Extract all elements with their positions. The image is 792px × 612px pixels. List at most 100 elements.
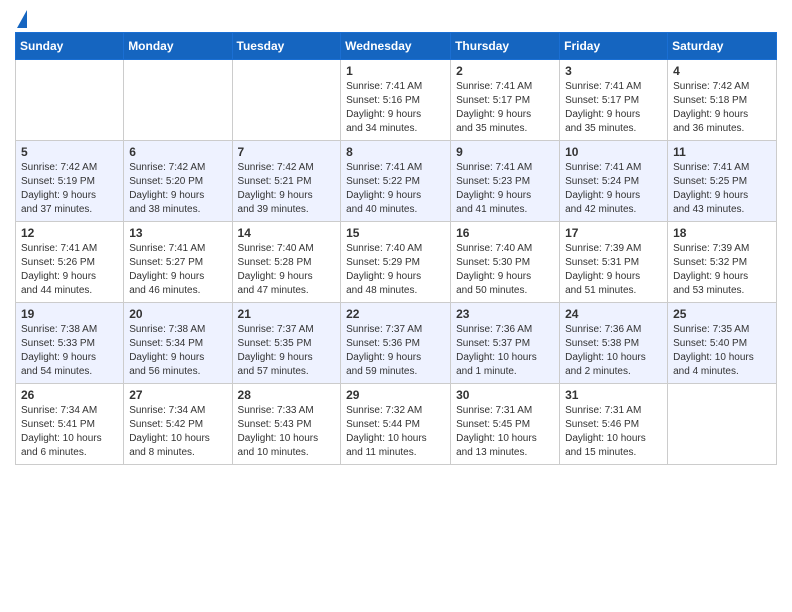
day-content: Sunrise: 7:41 AM Sunset: 5:17 PM Dayligh… xyxy=(565,80,662,136)
calendar-cell: 9 Sunrise: 7:41 AM Sunset: 5:23 PM Daylig… xyxy=(451,141,560,222)
day-number: 9 xyxy=(456,145,554,159)
day-number: 5 xyxy=(21,145,118,159)
day-content: Sunrise: 7:40 AM Sunset: 5:28 PM Dayligh… xyxy=(238,242,336,298)
day-content: Sunrise: 7:41 AM Sunset: 5:26 PM Dayligh… xyxy=(21,242,118,298)
week-row-3: 12 Sunrise: 7:41 AM Sunset: 5:26 PM Dayli… xyxy=(16,222,777,303)
calendar-cell: 1 Sunrise: 7:41 AM Sunset: 5:16 PM Daylig… xyxy=(341,60,451,141)
day-content: Sunrise: 7:31 AM Sunset: 5:46 PM Dayligh… xyxy=(565,404,662,460)
day-content: Sunrise: 7:38 AM Sunset: 5:34 PM Dayligh… xyxy=(129,323,226,379)
calendar-cell: 8 Sunrise: 7:41 AM Sunset: 5:22 PM Daylig… xyxy=(341,141,451,222)
day-number: 15 xyxy=(346,226,445,240)
weekday-header-tuesday: Tuesday xyxy=(232,33,341,60)
calendar-cell: 11Sunrise: 7:41 AM Sunset: 5:25 PM Dayli… xyxy=(668,141,777,222)
page: SundayMondayTuesdayWednesdayThursdayFrid… xyxy=(0,0,792,612)
calendar-cell: 19Sunrise: 7:38 AM Sunset: 5:33 PM Dayli… xyxy=(16,303,124,384)
day-content: Sunrise: 7:42 AM Sunset: 5:19 PM Dayligh… xyxy=(21,161,118,217)
calendar-cell: 4 Sunrise: 7:42 AM Sunset: 5:18 PM Daylig… xyxy=(668,60,777,141)
day-content: Sunrise: 7:41 AM Sunset: 5:27 PM Dayligh… xyxy=(129,242,226,298)
calendar-cell: 23 Sunrise: 7:36 AM Sunset: 5:37 PM Dayli… xyxy=(451,303,560,384)
day-number: 21 xyxy=(238,307,336,321)
calendar-cell: 24Sunrise: 7:36 AM Sunset: 5:38 PM Dayli… xyxy=(560,303,668,384)
day-content: Sunrise: 7:35 AM Sunset: 5:40 PM Dayligh… xyxy=(673,323,771,379)
day-content: Sunrise: 7:42 AM Sunset: 5:18 PM Dayligh… xyxy=(673,80,771,136)
day-content: Sunrise: 7:41 AM Sunset: 5:24 PM Dayligh… xyxy=(565,161,662,217)
day-number: 26 xyxy=(21,388,118,402)
day-number: 10 xyxy=(565,145,662,159)
calendar-cell: 29 Sunrise: 7:32 AM Sunset: 5:44 PM Dayli… xyxy=(341,384,451,465)
calendar-cell: 12 Sunrise: 7:41 AM Sunset: 5:26 PM Dayli… xyxy=(16,222,124,303)
weekday-header-monday: Monday xyxy=(124,33,232,60)
day-number: 31 xyxy=(565,388,662,402)
calendar-cell xyxy=(124,60,232,141)
day-number: 14 xyxy=(238,226,336,240)
calendar-cell: 2 Sunrise: 7:41 AM Sunset: 5:17 PM Daylig… xyxy=(451,60,560,141)
logo xyxy=(15,10,27,24)
calendar-cell: 22 Sunrise: 7:37 AM Sunset: 5:36 PM Dayli… xyxy=(341,303,451,384)
week-row-5: 26 Sunrise: 7:34 AM Sunset: 5:41 PM Dayli… xyxy=(16,384,777,465)
day-content: Sunrise: 7:37 AM Sunset: 5:35 PM Dayligh… xyxy=(238,323,336,379)
calendar-cell xyxy=(232,60,341,141)
weekday-header-saturday: Saturday xyxy=(668,33,777,60)
calendar-cell: 30 Sunrise: 7:31 AM Sunset: 5:45 PM Dayli… xyxy=(451,384,560,465)
week-row-1: 1 Sunrise: 7:41 AM Sunset: 5:16 PM Daylig… xyxy=(16,60,777,141)
day-content: Sunrise: 7:41 AM Sunset: 5:22 PM Dayligh… xyxy=(346,161,445,217)
day-content: Sunrise: 7:34 AM Sunset: 5:42 PM Dayligh… xyxy=(129,404,226,460)
weekday-header-friday: Friday xyxy=(560,33,668,60)
day-number: 23 xyxy=(456,307,554,321)
weekday-header-thursday: Thursday xyxy=(451,33,560,60)
calendar-cell: 28Sunrise: 7:33 AM Sunset: 5:43 PM Dayli… xyxy=(232,384,341,465)
calendar-cell xyxy=(16,60,124,141)
day-content: Sunrise: 7:32 AM Sunset: 5:44 PM Dayligh… xyxy=(346,404,445,460)
calendar-cell: 15 Sunrise: 7:40 AM Sunset: 5:29 PM Dayli… xyxy=(341,222,451,303)
day-content: Sunrise: 7:40 AM Sunset: 5:29 PM Dayligh… xyxy=(346,242,445,298)
day-content: Sunrise: 7:34 AM Sunset: 5:41 PM Dayligh… xyxy=(21,404,118,460)
calendar-cell: 3 Sunrise: 7:41 AM Sunset: 5:17 PM Daylig… xyxy=(560,60,668,141)
day-content: Sunrise: 7:41 AM Sunset: 5:16 PM Dayligh… xyxy=(346,80,445,136)
day-content: Sunrise: 7:40 AM Sunset: 5:30 PM Dayligh… xyxy=(456,242,554,298)
day-number: 29 xyxy=(346,388,445,402)
header xyxy=(15,10,777,24)
calendar-cell: 17Sunrise: 7:39 AM Sunset: 5:31 PM Dayli… xyxy=(560,222,668,303)
day-number: 12 xyxy=(21,226,118,240)
day-content: Sunrise: 7:36 AM Sunset: 5:37 PM Dayligh… xyxy=(456,323,554,379)
day-number: 4 xyxy=(673,64,771,78)
day-number: 20 xyxy=(129,307,226,321)
calendar-cell: 13 Sunrise: 7:41 AM Sunset: 5:27 PM Dayli… xyxy=(124,222,232,303)
weekday-header-row: SundayMondayTuesdayWednesdayThursdayFrid… xyxy=(16,33,777,60)
day-content: Sunrise: 7:31 AM Sunset: 5:45 PM Dayligh… xyxy=(456,404,554,460)
calendar-cell: 14 Sunrise: 7:40 AM Sunset: 5:28 PM Dayli… xyxy=(232,222,341,303)
day-number: 1 xyxy=(346,64,445,78)
day-number: 2 xyxy=(456,64,554,78)
logo-triangle-icon xyxy=(17,10,27,28)
week-row-2: 5 Sunrise: 7:42 AM Sunset: 5:19 PM Daylig… xyxy=(16,141,777,222)
day-content: Sunrise: 7:37 AM Sunset: 5:36 PM Dayligh… xyxy=(346,323,445,379)
day-content: Sunrise: 7:41 AM Sunset: 5:23 PM Dayligh… xyxy=(456,161,554,217)
calendar-cell: 10 Sunrise: 7:41 AM Sunset: 5:24 PM Dayli… xyxy=(560,141,668,222)
calendar-cell: 6 Sunrise: 7:42 AM Sunset: 5:20 PM Daylig… xyxy=(124,141,232,222)
weekday-header-sunday: Sunday xyxy=(16,33,124,60)
day-number: 8 xyxy=(346,145,445,159)
day-number: 3 xyxy=(565,64,662,78)
calendar-cell: 16 Sunrise: 7:40 AM Sunset: 5:30 PM Dayli… xyxy=(451,222,560,303)
day-content: Sunrise: 7:42 AM Sunset: 5:21 PM Dayligh… xyxy=(238,161,336,217)
calendar-cell: 26 Sunrise: 7:34 AM Sunset: 5:41 PM Dayli… xyxy=(16,384,124,465)
day-number: 18 xyxy=(673,226,771,240)
day-content: Sunrise: 7:42 AM Sunset: 5:20 PM Dayligh… xyxy=(129,161,226,217)
day-number: 27 xyxy=(129,388,226,402)
day-content: Sunrise: 7:41 AM Sunset: 5:17 PM Dayligh… xyxy=(456,80,554,136)
day-number: 24 xyxy=(565,307,662,321)
weekday-header-wednesday: Wednesday xyxy=(341,33,451,60)
day-number: 16 xyxy=(456,226,554,240)
day-number: 7 xyxy=(238,145,336,159)
day-number: 22 xyxy=(346,307,445,321)
day-number: 25 xyxy=(673,307,771,321)
calendar-cell: 7 Sunrise: 7:42 AM Sunset: 5:21 PM Daylig… xyxy=(232,141,341,222)
calendar-cell: 20 Sunrise: 7:38 AM Sunset: 5:34 PM Dayli… xyxy=(124,303,232,384)
day-number: 28 xyxy=(238,388,336,402)
calendar-table: SundayMondayTuesdayWednesdayThursdayFrid… xyxy=(15,32,777,465)
calendar-cell xyxy=(668,384,777,465)
calendar-cell: 18Sunrise: 7:39 AM Sunset: 5:32 PM Dayli… xyxy=(668,222,777,303)
day-number: 13 xyxy=(129,226,226,240)
day-number: 30 xyxy=(456,388,554,402)
day-number: 6 xyxy=(129,145,226,159)
